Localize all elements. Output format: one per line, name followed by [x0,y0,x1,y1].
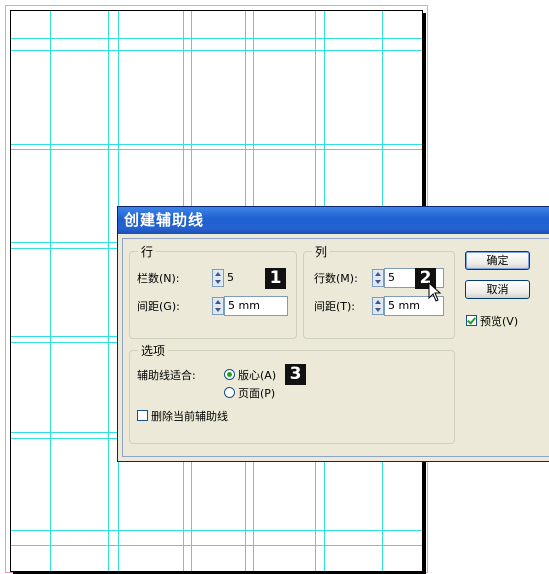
cancel-button[interactable]: 取消 [465,280,530,299]
options-group: 选项 辅助线适合: 版心(A) 3 页面(P) 删除当前辅助线 [129,342,455,444]
fit-page-label[interactable]: 页面(P) [238,385,275,401]
ruler-guide[interactable] [11,545,422,546]
columns-group-title: 列 [312,243,331,260]
columns-gutter-label: 间距(T): [314,300,356,313]
dialog-client: 行 栏数(N): 5 1 间距(G): 5 mm 列 行数(M): 5 2 间距… [122,238,549,457]
columns-count-label: 行数(M): [314,272,358,285]
step-badge-1: 1 [265,268,286,289]
ruler-guide[interactable] [11,530,422,531]
ruler-guide[interactable] [11,50,422,51]
dialog-titlebar[interactable]: 创建辅助线 [118,207,549,234]
stepper-down-icon[interactable] [375,308,381,312]
ok-button[interactable]: 确定 [465,251,530,270]
rows-group-title: 行 [138,243,157,260]
fit-margins-label[interactable]: 版心(A) [238,367,276,383]
columns-group: 列 行数(M): 5 2 间距(T): 5 mm [303,243,455,339]
stepper-up-icon[interactable] [215,300,221,304]
ruler-guide[interactable] [50,11,51,571]
remove-existing-label[interactable]: 删除当前辅助线 [151,408,228,424]
stepper-up-icon[interactable] [375,300,381,304]
rows-count-label: 栏数(N): [137,272,180,285]
rows-count-input[interactable]: 5 [224,269,254,289]
options-group-title: 选项 [138,342,169,359]
ruler-guide[interactable] [11,144,422,145]
fit-page-radio[interactable] [224,387,235,398]
remove-existing-checkbox[interactable] [137,410,148,421]
dialog-title: 创建辅助线 [124,211,205,229]
stepper-up-icon[interactable] [215,272,221,276]
rows-gutter-input[interactable]: 5 mm [224,296,288,316]
rows-gutter-stepper[interactable] [212,297,224,315]
stepper-down-icon[interactable] [215,308,221,312]
guide-fit-label: 辅助线适合: [137,369,196,382]
ruler-guide[interactable] [108,11,109,571]
create-guides-dialog: 创建辅助线 行 栏数(N): 5 1 间距(G): 5 mm 列 行数(M): … [117,206,549,462]
radio-selected-dot [227,372,232,377]
preview-label[interactable]: 预览(V) [480,313,518,329]
rows-group: 行 栏数(N): 5 1 间距(G): 5 mm [129,243,297,339]
stepper-up-icon[interactable] [375,272,381,276]
columns-gutter-stepper[interactable] [372,297,384,315]
columns-count-stepper[interactable] [372,269,384,287]
ruler-guide[interactable] [11,38,422,39]
rows-gutter-label: 间距(G): [137,300,180,313]
step-badge-3: 3 [285,364,306,385]
mouse-pointer-icon [428,282,442,302]
ruler-guide[interactable] [11,149,422,150]
stepper-down-icon[interactable] [215,280,221,284]
stepper-down-icon[interactable] [375,280,381,284]
fit-margins-radio[interactable] [224,369,235,380]
checkmark-icon [467,315,476,325]
rows-count-stepper[interactable] [212,269,224,287]
preview-checkbox[interactable] [466,315,477,326]
